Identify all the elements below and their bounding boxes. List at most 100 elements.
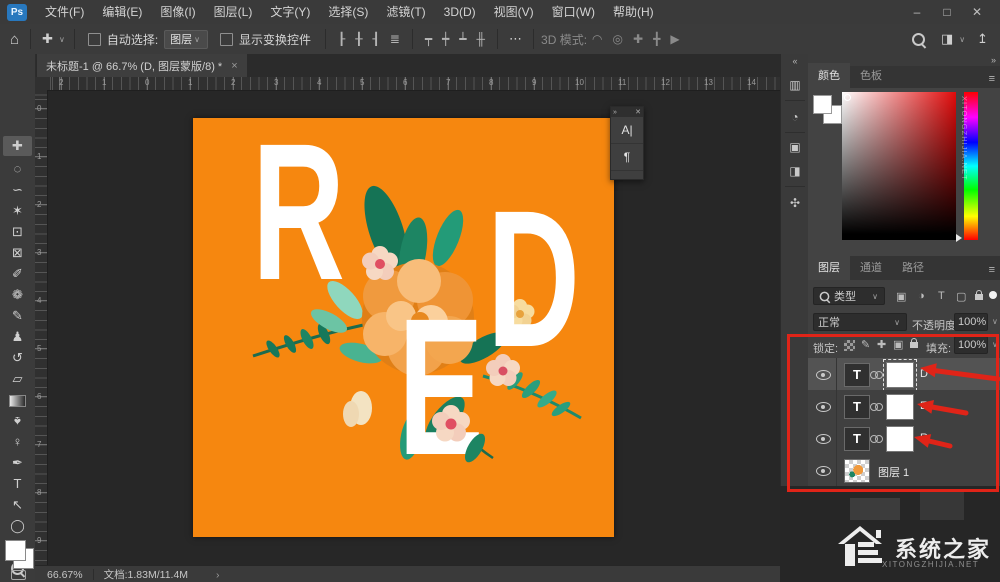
layer-mask-thumbnail[interactable] bbox=[886, 426, 914, 452]
menu-filter[interactable]: 滤镜(T) bbox=[377, 0, 434, 24]
visibility-eye-icon[interactable] bbox=[816, 402, 831, 412]
filter-adjustment-layers-icon[interactable]: ◑ bbox=[918, 290, 925, 302]
panel-collapse-icon[interactable]: » bbox=[613, 109, 617, 116]
tab-swatches[interactable]: 色板 bbox=[850, 63, 892, 88]
close-button[interactable]: ✕ bbox=[962, 0, 992, 24]
panel-menu-icon[interactable]: ≡ bbox=[989, 264, 995, 276]
dock-panel-icon-2[interactable]: ◔ bbox=[781, 110, 809, 124]
search-icon[interactable] bbox=[912, 33, 925, 46]
brush-tool[interactable]: ✎ bbox=[0, 306, 35, 326]
align-right-icon[interactable]: ┨ bbox=[368, 32, 385, 46]
dock-panel-icon-3[interactable]: ▣ bbox=[781, 140, 809, 154]
layer-row-R[interactable]: T R bbox=[808, 422, 1000, 455]
home-icon[interactable]: ⌂ bbox=[6, 31, 23, 48]
tab-layers[interactable]: 图层 bbox=[808, 255, 850, 280]
screen-mode-icon[interactable] bbox=[11, 570, 26, 580]
healing-brush-tool[interactable]: ❁ bbox=[0, 285, 35, 305]
frame-tool[interactable]: ⊠ bbox=[0, 243, 35, 263]
dock-panel-icon-4[interactable]: ◨ bbox=[781, 164, 809, 178]
panel-menu-icon[interactable]: ≡ bbox=[989, 73, 995, 85]
magic-wand-tool[interactable]: ✶ bbox=[0, 201, 35, 221]
share-icon[interactable]: ↥ bbox=[973, 31, 992, 47]
character-panel-button[interactable]: A| bbox=[611, 117, 643, 144]
chevron-down-icon[interactable]: ∨ bbox=[957, 35, 967, 44]
eraser-tool[interactable]: ▱ bbox=[0, 369, 35, 389]
dock-panel-icon-5[interactable]: ✣ bbox=[781, 196, 809, 210]
menu-3d[interactable]: 3D(D) bbox=[435, 0, 485, 24]
marquee-tool[interactable]: ◌ bbox=[0, 159, 35, 179]
zoom-level[interactable]: 66.67% bbox=[47, 569, 83, 581]
pen-tool[interactable]: ✒ bbox=[0, 453, 35, 473]
filter-smart-objects-icon[interactable] bbox=[975, 294, 983, 300]
distribute-horizontal-icon[interactable]: ≣ bbox=[385, 32, 405, 46]
crop-tool[interactable]: ⊡ bbox=[0, 222, 35, 242]
more-options-icon[interactable]: ⋯ bbox=[505, 31, 526, 47]
visibility-eye-icon[interactable] bbox=[816, 370, 831, 380]
blur-tool[interactable]: ♠ bbox=[0, 411, 35, 431]
gradient-tool[interactable] bbox=[0, 390, 35, 410]
layer-filter-dropdown[interactable]: 类型 ∨ bbox=[813, 287, 885, 305]
foreground-color-swatch[interactable] bbox=[813, 95, 832, 114]
status-chevron-icon[interactable]: › bbox=[216, 569, 220, 581]
clone-stamp-tool[interactable]: ♟ bbox=[0, 327, 35, 347]
layer-row-E[interactable]: T E bbox=[808, 390, 1000, 423]
panel-close-icon[interactable]: ✕ bbox=[635, 108, 641, 116]
lock-position-icon[interactable]: ✚ bbox=[877, 338, 886, 351]
lasso-tool[interactable]: ∽ bbox=[0, 180, 35, 200]
canvas[interactable]: R D E bbox=[193, 118, 614, 537]
align-top-icon[interactable]: ┯ bbox=[420, 32, 437, 46]
menu-file[interactable]: 文件(F) bbox=[36, 0, 93, 24]
expand-panels-icon[interactable]: » bbox=[991, 55, 996, 65]
align-left-icon[interactable]: ┠ bbox=[333, 32, 350, 46]
menu-type[interactable]: 文字(Y) bbox=[261, 0, 319, 24]
lock-all-icon[interactable] bbox=[910, 342, 918, 348]
visibility-eye-icon[interactable] bbox=[816, 434, 831, 444]
lock-paint-icon[interactable]: ✎ bbox=[861, 338, 870, 351]
path-select-tool[interactable]: ↖ bbox=[0, 495, 35, 515]
paragraph-panel-button[interactable]: ¶ bbox=[611, 144, 643, 171]
visibility-eye-icon[interactable] bbox=[816, 466, 831, 476]
history-brush-tool[interactable]: ↺ bbox=[0, 348, 35, 368]
image-layer-thumbnail[interactable] bbox=[844, 459, 870, 483]
menu-select[interactable]: 选择(S) bbox=[319, 0, 377, 24]
menu-edit[interactable]: 编辑(E) bbox=[93, 0, 151, 24]
layer-mask-thumbnail[interactable] bbox=[886, 394, 914, 420]
menu-layer[interactable]: 图层(L) bbox=[205, 0, 262, 24]
layer-name[interactable]: 图层 1 bbox=[878, 464, 909, 480]
show-transform-checkbox[interactable] bbox=[220, 33, 233, 46]
color-field[interactable] bbox=[842, 92, 956, 240]
filter-pixel-layers-icon[interactable]: ▣ bbox=[896, 290, 906, 303]
dock-panel-icon-1[interactable]: ▥ bbox=[781, 78, 809, 92]
filter-toggle-icon[interactable] bbox=[989, 291, 997, 299]
filter-type-layers-icon[interactable]: T bbox=[938, 290, 945, 302]
tab-channels[interactable]: 通道 bbox=[850, 255, 892, 280]
distribute-vertical-icon[interactable]: ╫ bbox=[472, 32, 491, 46]
auto-select-dropdown[interactable]: 图层 ∨ bbox=[164, 30, 208, 49]
workspace-icon[interactable]: ◨ bbox=[937, 31, 957, 47]
align-middle-icon[interactable]: ┿ bbox=[437, 32, 454, 46]
close-icon[interactable]: × bbox=[231, 60, 237, 72]
text-layer-thumbnail[interactable]: T bbox=[844, 363, 870, 387]
align-center-icon[interactable]: ╂ bbox=[350, 32, 367, 46]
text-layer-thumbnail[interactable]: T bbox=[844, 427, 870, 451]
opacity-value[interactable]: 100% bbox=[954, 313, 988, 331]
minimize-button[interactable]: – bbox=[902, 0, 932, 24]
menu-view[interactable]: 视图(V) bbox=[485, 0, 543, 24]
horizontal-ruler[interactable]: 2 1 0 1 2 3 4 5 6 7 8 9 10 11 12 13 14 bbox=[47, 77, 780, 91]
type-tool[interactable]: T bbox=[0, 474, 35, 494]
layer-mask-thumbnail[interactable] bbox=[886, 362, 914, 388]
align-bottom-icon[interactable]: ┷ bbox=[454, 32, 471, 46]
vertical-ruler[interactable]: 0 1 2 3 4 5 6 7 8 9 bbox=[35, 90, 48, 565]
menu-window[interactable]: 窗口(W) bbox=[543, 0, 604, 24]
maximize-button[interactable]: □ bbox=[932, 0, 962, 24]
text-layer-thumbnail[interactable]: T bbox=[844, 395, 870, 419]
chevron-down-icon[interactable]: ∨ bbox=[57, 35, 67, 44]
lock-transparent-icon[interactable] bbox=[844, 340, 855, 351]
fill-value[interactable]: 100% bbox=[954, 336, 988, 354]
foreground-color-swatch[interactable] bbox=[5, 540, 26, 561]
collapse-dock-icon[interactable]: « bbox=[781, 56, 809, 66]
dodge-tool[interactable]: ♀ bbox=[0, 432, 35, 452]
lock-artboard-icon[interactable]: ▣ bbox=[893, 338, 903, 351]
layer-row-D[interactable]: T D bbox=[808, 358, 1000, 391]
eyedropper-tool[interactable]: ✐ bbox=[0, 264, 35, 284]
